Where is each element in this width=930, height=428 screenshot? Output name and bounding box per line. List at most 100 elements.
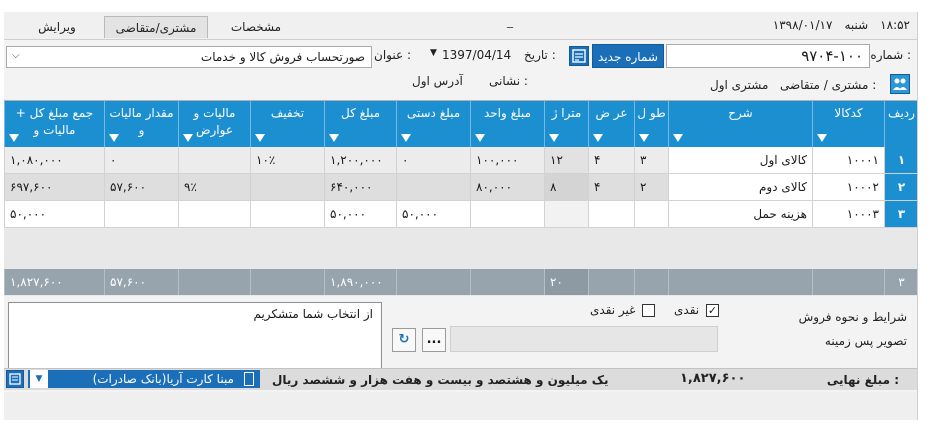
- total-empty: [634, 269, 668, 295]
- customer-label: مشتری / متقاضی :: [780, 78, 877, 92]
- col-unit-price[interactable]: مبلغ واحد: [470, 101, 544, 147]
- cell-code[interactable]: ۱۰۰۰۳: [812, 201, 884, 228]
- filter-icon[interactable]: [9, 134, 19, 142]
- col-discount[interactable]: تخفیف: [250, 101, 324, 147]
- cell-total[interactable]: ۱,۲۰۰,۰۰۰: [324, 147, 396, 174]
- cell-length[interactable]: ۳: [634, 147, 668, 174]
- cell-grand[interactable]: ۶۹۷,۶۰۰: [4, 174, 104, 201]
- row-number[interactable]: ۲: [884, 174, 917, 201]
- row-number[interactable]: ۳: [884, 201, 917, 228]
- cell-area[interactable]: [544, 201, 588, 228]
- bank-list-icon[interactable]: [6, 370, 24, 388]
- noncash-label: غیر نقدی: [590, 303, 636, 317]
- filter-icon[interactable]: [475, 134, 485, 142]
- col-total[interactable]: مبلغ کل: [324, 101, 396, 147]
- cash-checkbox[interactable]: ✓: [706, 304, 719, 317]
- cell-discount[interactable]: [250, 201, 324, 228]
- chevron-down-icon[interactable]: ▼: [30, 370, 48, 388]
- total-empty: [812, 269, 884, 295]
- col-tax-amount[interactable]: مقدار مالیات و: [104, 101, 178, 147]
- filter-icon[interactable]: [673, 134, 683, 142]
- col-grand-total[interactable]: جمع مبلغ کل + مالیات و: [4, 101, 104, 147]
- row-number[interactable]: ۱: [884, 147, 917, 174]
- tab-customer[interactable]: مشتری/متقاضی: [104, 16, 208, 38]
- cell-tax-rate[interactable]: [178, 147, 250, 174]
- cell-length[interactable]: [634, 201, 668, 228]
- date-value[interactable]: 1397/04/14: [442, 48, 511, 62]
- invoice-window: ویرایش مشتری/متقاضی مشخصات _ ۱۸:۵۲شنبه۱۳…: [4, 12, 918, 420]
- title-select[interactable]: ⌵ صورتحساب فروش کالا و خدمات: [6, 46, 372, 68]
- browse-button[interactable]: ...: [422, 328, 446, 352]
- cell-total[interactable]: ۶۴۰,۰۰۰: [324, 174, 396, 201]
- col-tax-rate[interactable]: مالیات و عوارض: [178, 101, 250, 147]
- clock: ۱۸:۵۲ شنبه ۱۳۹۸/۰۱/۱۷: [761, 18, 910, 32]
- cell-discount[interactable]: [250, 174, 324, 201]
- cell-desc[interactable]: کالای اول: [668, 147, 812, 174]
- filter-icon[interactable]: [549, 134, 559, 142]
- calculator-icon[interactable]: [569, 46, 589, 66]
- cell-unit[interactable]: [470, 201, 544, 228]
- cell-width[interactable]: ۴: [588, 174, 634, 201]
- cell-tax-rate[interactable]: ۹٪: [178, 174, 250, 201]
- col-row[interactable]: ردیف: [884, 101, 917, 147]
- col-length[interactable]: طو ل: [634, 101, 668, 147]
- cell-grand[interactable]: ۵۰,۰۰۰: [4, 201, 104, 228]
- cell-discount[interactable]: ۱۰٪: [250, 147, 324, 174]
- col-manual-amount[interactable]: مبلغ دستی: [396, 101, 470, 147]
- cell-width[interactable]: ۴: [588, 147, 634, 174]
- col-description[interactable]: شرح: [668, 101, 812, 147]
- amount-in-words: یک میلیون و هشتصد و بیست و هفت هزار و شش…: [272, 373, 609, 387]
- customer-value: مشتری اول: [710, 78, 769, 92]
- cell-tax-rate[interactable]: [178, 201, 250, 228]
- col-total-label: مبلغ کل: [340, 106, 381, 120]
- cell-area[interactable]: ۸: [544, 174, 588, 201]
- filter-icon[interactable]: [401, 134, 411, 142]
- total-count: ۳: [884, 269, 917, 295]
- cell-length[interactable]: ۲: [634, 174, 668, 201]
- noncash-checkbox[interactable]: [642, 304, 655, 317]
- customer-icon[interactable]: [890, 74, 910, 94]
- filter-icon[interactable]: [255, 134, 265, 142]
- filter-icon[interactable]: [109, 134, 119, 142]
- number-input[interactable]: ۹۷۰۴-۱۰۰: [666, 44, 870, 68]
- tab-edit[interactable]: ویرایش: [22, 16, 92, 38]
- cell-grand[interactable]: ۱,۰۸۰,۰۰۰: [4, 147, 104, 174]
- filter-icon[interactable]: [329, 134, 339, 142]
- col-width[interactable]: عر ض: [588, 101, 634, 147]
- cell-code[interactable]: ۱۰۰۰۲: [812, 174, 884, 201]
- tab-details[interactable]: مشخصات: [214, 16, 298, 38]
- cell-total[interactable]: ۵۰,۰۰۰: [324, 201, 396, 228]
- background-image-field[interactable]: [450, 326, 718, 352]
- total-empty: [396, 269, 470, 295]
- cell-code[interactable]: ۱۰۰۰۱: [812, 147, 884, 174]
- refresh-icon[interactable]: ↻: [392, 328, 416, 352]
- new-number-button[interactable]: شماره جدید: [592, 44, 664, 68]
- total-amount: ۱,۸۹۰,۰۰۰: [324, 269, 396, 295]
- cell-width[interactable]: [588, 201, 634, 228]
- total-area: ۲۰: [544, 269, 588, 295]
- cell-manual[interactable]: ۰: [396, 147, 470, 174]
- date-dropdown-icon[interactable]: ▼: [430, 48, 437, 58]
- cell-tax-amount[interactable]: ۵۷,۶۰۰: [104, 174, 178, 201]
- cell-unit[interactable]: ۱۰۰,۰۰۰: [470, 147, 544, 174]
- cell-area[interactable]: ۱۲: [544, 147, 588, 174]
- filter-icon[interactable]: [593, 134, 603, 142]
- cell-desc[interactable]: کالای دوم: [668, 174, 812, 201]
- bank-select[interactable]: مبنا کارت آریا(بانک صادرات) ▼: [28, 370, 260, 388]
- total-grand: ۱,۸۲۷,۶۰۰: [4, 269, 104, 295]
- address-label: نشانی :: [489, 74, 528, 88]
- minimize-button[interactable]: _: [502, 14, 518, 28]
- cell-manual[interactable]: ۵۰,۰۰۰: [396, 201, 470, 228]
- cell-tax-amount[interactable]: ۰: [104, 147, 178, 174]
- cell-manual[interactable]: [396, 174, 470, 201]
- col-area[interactable]: مترا ژ: [544, 101, 588, 147]
- cell-desc[interactable]: هزینه حمل: [668, 201, 812, 228]
- filter-icon[interactable]: [639, 134, 649, 142]
- filter-icon[interactable]: [817, 134, 827, 142]
- cell-tax-amount[interactable]: [104, 201, 178, 228]
- cell-unit[interactable]: ۸۰,۰۰۰: [470, 174, 544, 201]
- filter-icon[interactable]: [183, 134, 193, 142]
- memo-textarea[interactable]: از انتخاب شما متشکریم: [8, 302, 382, 370]
- col-item-code[interactable]: کدکالا: [812, 101, 884, 147]
- col-discount-label: تخفیف: [270, 106, 305, 120]
